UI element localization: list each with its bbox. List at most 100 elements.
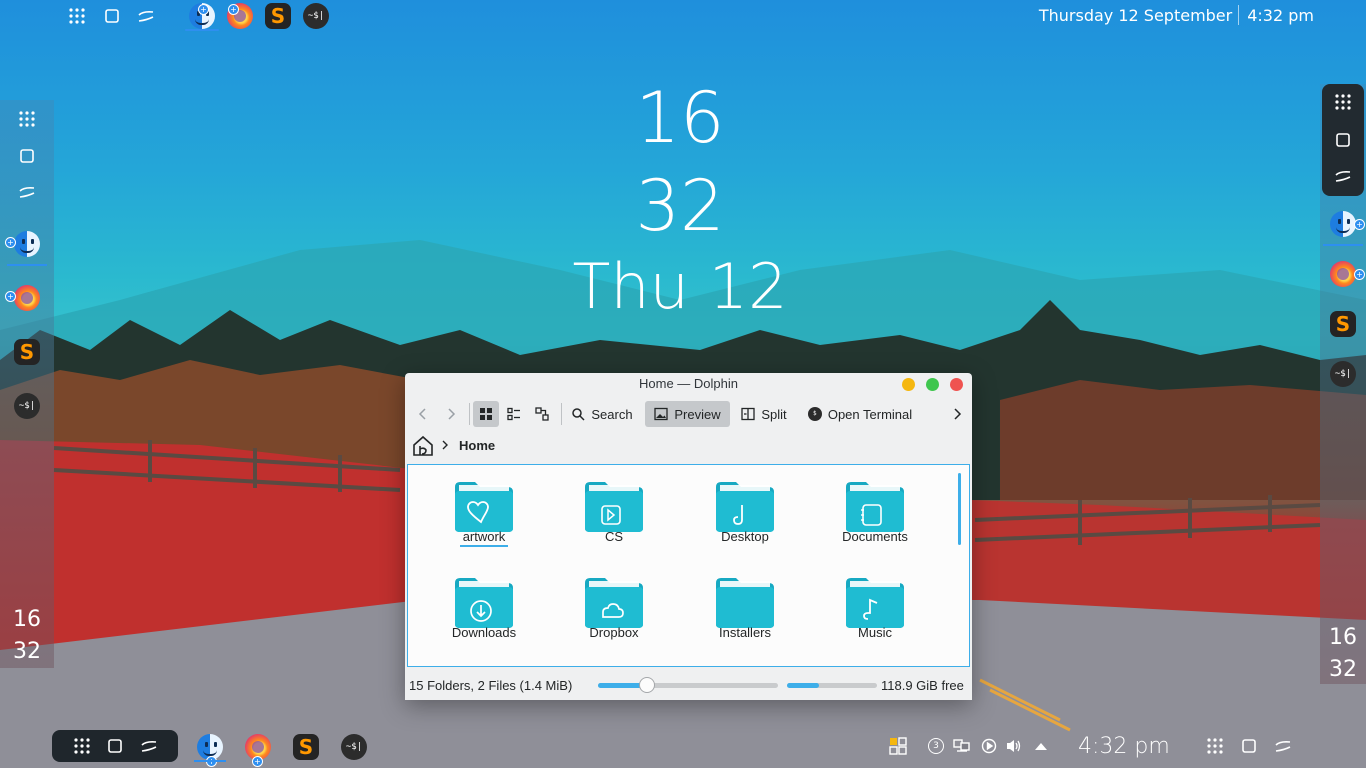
folder-label: Documents [842,529,908,544]
finder-icon [1330,211,1356,237]
app-grid-icon[interactable] [1203,734,1227,758]
toolbar-separator [469,403,470,425]
volume-icon[interactable] [1004,736,1024,756]
bottom-panel: + + S ~$| 3 4:32 pm [0,724,1366,768]
folder-icon [846,578,904,628]
desktop-clock-date: Thu 12 [572,250,788,323]
home-icon[interactable] [411,434,435,458]
folder-icon [585,578,643,628]
folder-desktop[interactable]: Desktop [669,465,789,555]
status-bar: 15 Folders, 2 Files (1.4 MiB) 118.9 GiB … [405,670,972,700]
activity-switch-icon[interactable] [1326,162,1360,190]
window-overview-icon[interactable] [103,734,127,758]
free-space-label: 118.9 GiB free [881,678,964,693]
taskbar-finder[interactable]: + [185,2,219,31]
folder-icon [716,482,774,532]
left-task-terminal[interactable]: ~$| [7,386,47,426]
left-task-sublime[interactable]: S [7,332,47,372]
taskbar-sublime[interactable]: S [261,2,295,30]
zoom-slider[interactable] [598,677,778,693]
sublime-text-icon: S [1330,311,1356,337]
left-task-firefox[interactable]: + [5,278,47,318]
compact-view-button[interactable] [501,401,527,427]
breadcrumb-chevron-icon [441,439,449,454]
plus-badge-icon: + [228,4,239,15]
zoom-slider-handle[interactable] [638,677,655,693]
bottom-task-finder[interactable]: + [192,730,228,767]
app-grid-icon[interactable] [70,734,94,758]
window-overview-icon[interactable] [1237,734,1261,758]
folder-label: Music [858,625,892,640]
plus-badge-icon: + [198,4,209,15]
notifications-icon[interactable]: 3 [926,736,946,756]
activity-switch-icon[interactable] [10,178,44,206]
right-clock-minute: 32 [1329,657,1357,682]
icons-view-button[interactable] [473,401,499,427]
window-title: Home — Dolphin [639,376,738,391]
close-button[interactable] [950,378,963,391]
window-overview-icon[interactable] [10,142,44,170]
clock-separator [1238,5,1240,25]
left-task-finder[interactable]: + [5,224,47,266]
finder-icon [14,231,40,257]
folder-artwork[interactable]: artwork [408,465,528,555]
vertical-scrollbar[interactable] [958,473,961,545]
media-player-icon[interactable] [979,736,999,756]
activity-switch-icon[interactable] [137,734,161,758]
app-grid-icon[interactable] [64,4,90,28]
app-grid-icon[interactable] [10,105,44,133]
folder-downloads[interactable]: Downloads [408,561,528,651]
right-panel-controls [1322,84,1364,196]
app-grid-icon[interactable] [1326,88,1360,116]
activity-switch-icon[interactable] [133,4,159,28]
split-view-icon [741,407,755,421]
window-titlebar[interactable]: Home — Dolphin [405,373,972,397]
toolbar-overflow-button[interactable] [947,401,967,427]
right-task-firefox[interactable]: + [1323,254,1365,294]
plus-badge-icon: + [1354,219,1365,230]
sublime-text-icon: S [14,339,40,365]
details-view-button[interactable] [529,401,555,427]
terminal-icon: ~$| [1330,361,1356,387]
bottom-task-sublime[interactable]: S [288,730,324,764]
bottom-task-firefox[interactable]: + [240,730,276,767]
left-clock-minute: 32 [13,639,41,664]
taskbar-firefox[interactable]: + [223,2,257,30]
activity-switch-icon[interactable] [1271,734,1295,758]
folder-documents[interactable]: Documents [799,465,919,555]
sublime-text-icon: S [293,734,319,760]
split-button[interactable]: Split [738,401,790,427]
breadcrumb-current[interactable]: Home [459,438,495,453]
window-overview-icon[interactable] [99,4,125,28]
bottom-clock[interactable]: 4:32 pm [1078,734,1170,759]
folder-icon [455,578,513,628]
open-terminal-button[interactable]: $ Open Terminal [803,401,917,427]
network-icon[interactable] [952,736,972,756]
window-overview-icon[interactable] [1326,126,1360,154]
right-panel-clock[interactable]: 16 32 [1320,622,1366,686]
chevron-right-icon [954,408,962,420]
bottom-task-terminal[interactable]: ~$| [336,730,372,764]
widgets-icon[interactable] [888,736,908,756]
right-task-finder[interactable]: + [1323,204,1365,246]
minimize-button[interactable] [902,378,915,391]
preview-button[interactable]: Preview [645,401,730,427]
right-task-terminal[interactable]: ~$| [1323,354,1363,394]
firefox-icon [14,285,40,311]
file-view[interactable]: artwork CS Desktop Documents Downloads Dropbo… [407,464,970,667]
taskbar-terminal[interactable]: ~$| [299,2,333,30]
tray-expand-icon[interactable] [1031,736,1051,756]
forward-button[interactable] [439,401,463,427]
folder-dropbox[interactable]: Dropbox [538,561,658,651]
left-panel-clock[interactable]: 16 32 [0,604,54,668]
search-button[interactable]: Search [567,401,637,427]
maximize-button[interactable] [926,378,939,391]
back-button[interactable] [411,401,435,427]
top-clock[interactable]: Thursday 12 September 4:32 pm [1039,5,1314,26]
search-icon [572,408,585,421]
plus-badge-icon: + [252,756,263,767]
right-task-sublime[interactable]: S [1323,304,1363,344]
folder-music[interactable]: Music [799,561,919,651]
folder-installers[interactable]: Installers [669,561,789,651]
folder-cs[interactable]: CS [538,465,658,555]
